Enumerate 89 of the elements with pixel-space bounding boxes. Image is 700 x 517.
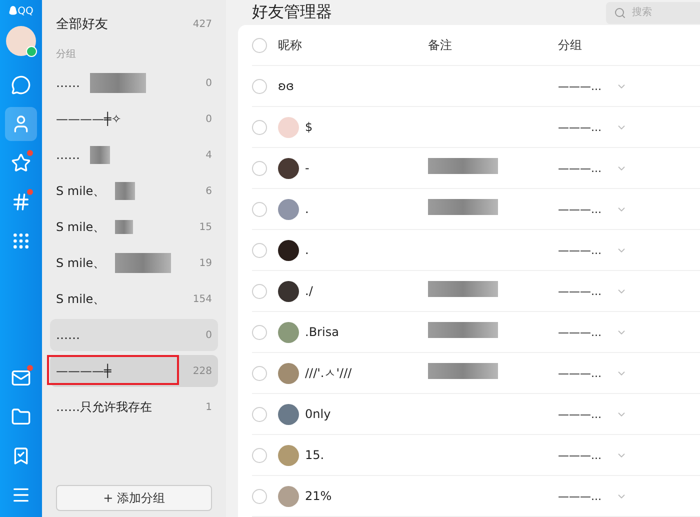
nickname-text: ///'.ㅅ'/// (305, 364, 352, 382)
hash-icon (11, 192, 31, 212)
nickname-text: . (305, 243, 309, 257)
group-item[interactable]: ————╪✧ 0 (50, 103, 218, 135)
group-name: …… (56, 148, 80, 162)
group-count: 6 (206, 186, 212, 196)
row-radio[interactable] (252, 488, 267, 504)
column-header: 备注 (428, 36, 453, 54)
star-icon (11, 153, 31, 173)
nickname-text: - (305, 161, 310, 175)
nickname-text: . (305, 202, 309, 216)
nickname-text: $ (305, 120, 313, 134)
group-item[interactable]: S mile、 15 (50, 211, 218, 243)
group-name: …… (56, 76, 80, 90)
row-radio[interactable] (252, 448, 267, 462)
group-text: ———... (558, 448, 602, 462)
row-radio[interactable] (252, 324, 267, 340)
group-text: ———... (558, 490, 602, 502)
all-friends-item[interactable]: 全部好友 427 (50, 10, 218, 45)
nickname-text: 21% (305, 489, 332, 503)
nav-button[interactable] (5, 107, 37, 141)
group-count: 15 (199, 222, 212, 232)
group-name: ……只允许我存在 (56, 398, 152, 416)
group-count: 0 (206, 330, 212, 340)
folder-icon (11, 407, 31, 427)
group-item[interactable]: ————╪ 228 (50, 355, 218, 387)
chat-bubble-icon (11, 75, 31, 95)
group-name: S mile、 (56, 182, 106, 200)
row-radio[interactable] (252, 284, 267, 298)
group-item[interactable]: S mile、 154 (50, 283, 218, 315)
notification-dot (27, 189, 33, 195)
group-name: S mile、 (56, 254, 106, 272)
row-radio[interactable] (252, 366, 267, 380)
row-radio[interactable] (252, 242, 267, 258)
group-item[interactable]: …… 0 (50, 319, 218, 351)
group-count: 0 (206, 78, 212, 88)
search-field[interactable]: 搜索 (606, 2, 700, 24)
mail-icon (11, 368, 31, 388)
group-count: 228 (192, 366, 212, 376)
add-group-button[interactable]: + 添加分组 (56, 485, 212, 511)
group-count: 154 (192, 294, 212, 304)
group-name: …… (56, 328, 80, 342)
group-text: ———... (558, 326, 602, 338)
online-status-dot (26, 46, 37, 57)
group-item[interactable]: S mile、 19 (50, 247, 218, 279)
group-text: ———... (558, 120, 602, 134)
group-item[interactable]: …… 0 (50, 67, 218, 99)
column-header: 分组 (558, 36, 583, 54)
app-logo: QQ (8, 4, 34, 18)
search-input[interactable]: 搜索 (630, 6, 694, 19)
group-text: ———... (558, 244, 602, 256)
group-name: ————╪ (56, 364, 112, 378)
nickname-text: ʚɞ (278, 79, 294, 93)
group-count: 19 (199, 258, 212, 268)
group-item[interactable]: S mile、 6 (50, 175, 218, 207)
column-header: 昵称 (278, 36, 303, 54)
nickname-text: .Brisa (305, 325, 339, 339)
group-count: 0 (206, 114, 212, 124)
group-text: ———... (558, 202, 602, 216)
select-all-radio[interactable] (252, 38, 267, 52)
friend-count: 427 (192, 18, 212, 30)
group-text: ———... (558, 366, 602, 380)
group-name: ————╪✧ (56, 112, 122, 126)
group-item[interactable]: …… 4 (50, 139, 218, 171)
group-item[interactable]: ……只允许我存在 1 (50, 391, 218, 423)
grid-icon (11, 231, 31, 251)
all-friends-label: 全部好友 (56, 16, 108, 33)
group-text: ———... (558, 80, 602, 92)
notification-dot (27, 365, 33, 371)
group-name: S mile、 (56, 290, 106, 308)
row-radio[interactable] (252, 202, 267, 216)
search-icon (614, 6, 626, 18)
group-text: ———... (558, 162, 602, 174)
nickname-text: ./ (305, 284, 313, 298)
row-radio[interactable] (252, 406, 267, 422)
group-count: 1 (206, 402, 212, 412)
row-radio[interactable] (252, 160, 267, 176)
group-text: ———... (558, 284, 602, 298)
page-title: 好友管理器 (252, 2, 332, 23)
row-radio[interactable] (252, 120, 267, 134)
profile-avatar[interactable] (6, 26, 36, 56)
notification-dot (27, 150, 33, 156)
group-name: S mile、 (56, 218, 106, 236)
nickname-text: 0nly (305, 407, 331, 421)
section-label: 分组 (55, 48, 77, 62)
row-radio[interactable] (252, 78, 267, 94)
group-text: ———... (558, 408, 602, 420)
nickname-text: 15. (305, 448, 324, 462)
group-count: 4 (206, 150, 212, 160)
